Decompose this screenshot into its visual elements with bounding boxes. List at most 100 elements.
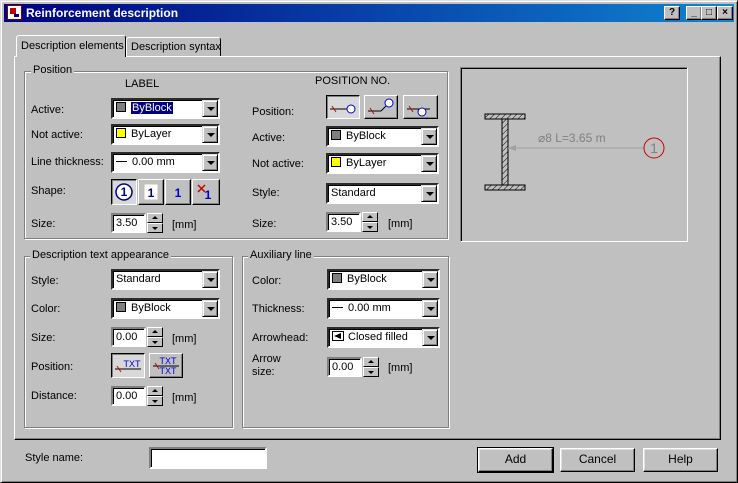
chevron-down-icon[interactable] <box>421 185 437 202</box>
i-beam-section-icon <box>484 113 526 191</box>
text-distance-unit: [mm] <box>172 392 197 404</box>
position-active-combo[interactable]: ByBlock <box>326 126 439 147</box>
chevron-down-icon[interactable] <box>421 155 437 172</box>
spin-down-icon[interactable] <box>147 223 163 233</box>
aux-thickness-value: 0.00 mm <box>348 302 391 314</box>
spin-down-icon[interactable] <box>147 396 163 406</box>
text-size-value: 0.00 <box>116 331 138 343</box>
style-name-input[interactable] <box>149 447 267 469</box>
shape-plain-button[interactable]: 1 <box>165 179 191 205</box>
label-size-stepper[interactable] <box>147 213 163 233</box>
spin-up-icon[interactable] <box>363 357 379 367</box>
text-size-input[interactable]: 0.00 <box>111 327 146 347</box>
label-size-input[interactable]: 3.50 <box>111 213 146 233</box>
text-size-stepper[interactable] <box>147 327 163 347</box>
position-style-combo[interactable]: Standard <box>326 183 439 204</box>
label-active-value: ByBlock <box>131 102 173 114</box>
chevron-down-icon[interactable] <box>421 128 437 145</box>
chevron-down-icon[interactable] <box>422 300 438 317</box>
title-bar[interactable]: Reinforcement description ? _ □ × <box>4 4 734 22</box>
text-position-beside-button[interactable]: TXT <box>111 353 145 378</box>
shape-circle-button[interactable]: 1 <box>111 179 137 205</box>
leader-above-circle-icon <box>407 105 430 117</box>
spin-up-icon[interactable] <box>147 386 163 396</box>
text-distance-input[interactable]: 0.00 <box>111 386 146 406</box>
aux-arrowhead-label: Arrowhead: <box>252 332 309 344</box>
help-button[interactable]: Help <box>643 448 718 472</box>
aux-arrow-size-value: 0.00 <box>332 361 354 373</box>
arrowhead-icon <box>508 145 516 151</box>
chevron-down-icon[interactable] <box>422 271 438 288</box>
window-title: Reinforcement description <box>26 6 179 20</box>
spin-down-icon[interactable] <box>362 222 378 232</box>
text-distance-value: 0.00 <box>116 390 138 402</box>
chevron-down-icon[interactable] <box>202 154 218 171</box>
line-weight-icon <box>332 307 343 308</box>
text-color-combo[interactable]: ByBlock <box>111 298 220 319</box>
position-size-input[interactable]: 3.50 <box>326 212 361 232</box>
position-size-stepper[interactable] <box>362 212 378 232</box>
i-beam-preview: ⌀8 L=3.65 m 1 <box>484 113 665 191</box>
add-button[interactable]: Add <box>477 447 554 473</box>
chevron-down-icon[interactable] <box>202 300 218 317</box>
aux-arrow-size-label-line2: size: <box>252 366 275 378</box>
tab-description-syntax[interactable]: Description syntax <box>126 37 221 57</box>
aux-arrowhead-combo[interactable]: Closed filled <box>327 327 440 348</box>
closed-filled-arrow-icon <box>332 331 344 341</box>
text-style-combo[interactable]: Standard <box>111 269 220 290</box>
circle-number-icon: 1 <box>115 183 133 201</box>
chevron-down-icon[interactable] <box>202 271 218 288</box>
app-icon <box>7 5 22 20</box>
spin-up-icon[interactable] <box>362 212 378 222</box>
chevron-down-icon[interactable] <box>202 100 218 117</box>
aux-thickness-combo[interactable]: 0.00 mm <box>327 298 440 319</box>
text-color-label: Color: <box>31 303 61 315</box>
text-appearance-title: Description text appearance <box>30 249 171 261</box>
position-style-2-button[interactable] <box>364 95 398 119</box>
minimize-button[interactable]: _ <box>686 6 702 20</box>
aux-arrow-size-label: Arrow size: <box>252 353 281 379</box>
position-not-active-label: Not active: <box>252 158 304 170</box>
spin-up-icon[interactable] <box>147 327 163 337</box>
chevron-down-icon[interactable] <box>202 126 218 143</box>
box-number-icon: 1 <box>143 183 159 201</box>
svg-text:1: 1 <box>205 188 212 202</box>
preview-panel: ⌀8 L=3.65 m 1 <box>460 67 688 242</box>
close-button[interactable]: × <box>717 6 733 20</box>
spin-up-icon[interactable] <box>147 213 163 223</box>
svg-text:TXT: TXT <box>160 356 178 366</box>
color-swatch <box>331 130 341 140</box>
text-distance-stepper[interactable] <box>147 386 163 406</box>
text-position-stacked-button[interactable]: TXT TXT <box>149 353 183 378</box>
label-not-active-combo[interactable]: ByLayer <box>111 124 220 145</box>
cancel-button[interactable]: Cancel <box>560 448 635 472</box>
preview-position-number: 1 <box>650 140 658 156</box>
shape-box-button[interactable]: 1 <box>138 179 164 205</box>
spin-down-icon[interactable] <box>147 337 163 347</box>
shape-label: Shape: <box>31 185 66 197</box>
line-thickness-combo[interactable]: 0.00 mm <box>111 152 220 173</box>
tab-description-elements[interactable]: Description elements <box>16 35 126 57</box>
position-not-active-combo[interactable]: ByLayer <box>326 153 439 174</box>
position-style-3-button[interactable] <box>403 95 438 119</box>
shape-none-button[interactable]: 1 <box>192 179 220 205</box>
aux-arrow-size-stepper[interactable] <box>363 357 379 377</box>
aux-arrow-size-input[interactable]: 0.00 <box>327 357 362 377</box>
text-style-label: Style: <box>31 275 59 287</box>
aux-arrowhead-value: Closed filled <box>348 331 408 343</box>
text-position-label: Position: <box>31 361 74 373</box>
text-distance-label: Distance: <box>31 390 77 402</box>
aux-arrow-size-label-line1: Arrow <box>252 353 281 365</box>
spin-down-icon[interactable] <box>363 367 379 377</box>
aux-thickness-label: Thickness: <box>252 303 305 315</box>
position-style-1-button[interactable] <box>326 95 360 119</box>
help-title-button[interactable]: ? <box>664 6 680 20</box>
label-active-combo[interactable]: ByBlock <box>111 98 220 119</box>
position-style-combo-label: Style: <box>252 187 280 199</box>
label-active-label: Active: <box>31 104 65 116</box>
aux-color-combo[interactable]: ByBlock <box>327 269 440 290</box>
line-thickness-label: Line thickness: <box>31 156 104 168</box>
label-size-label: Size: <box>31 218 56 230</box>
chevron-down-icon[interactable] <box>422 329 438 346</box>
maximize-button[interactable]: □ <box>701 6 717 20</box>
